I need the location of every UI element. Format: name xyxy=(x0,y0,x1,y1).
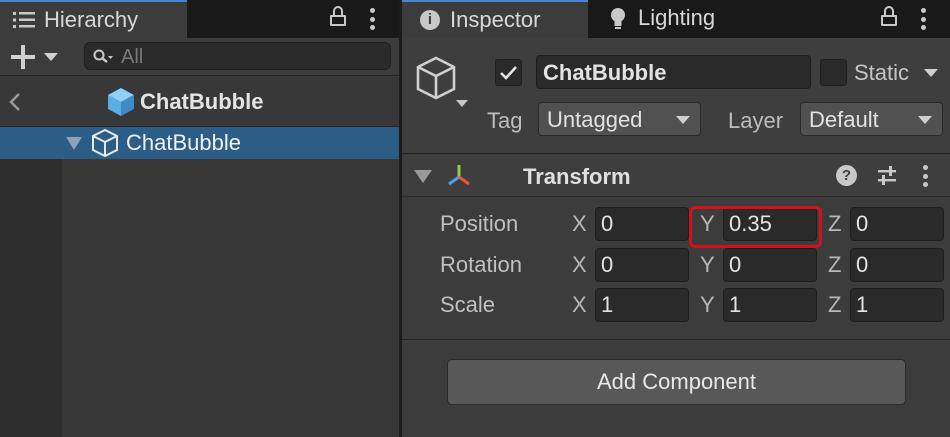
preset-sliders-icon[interactable] xyxy=(876,165,898,187)
layer-value: Default xyxy=(809,107,879,132)
add-component-button[interactable]: Add Component xyxy=(447,359,906,405)
chevron-down-icon xyxy=(676,116,690,124)
axis-y-label[interactable]: Y xyxy=(700,252,715,278)
position-y-highlight xyxy=(689,206,822,248)
transform-body: Position X 0 Y 0.35 Z 0 Rotation X 0 Y 0… xyxy=(402,197,950,340)
inspector-tabbar: i Inspector Lighting xyxy=(402,0,950,38)
layer-dropdown[interactable]: Default xyxy=(800,102,943,136)
scene-header: ChatBubble xyxy=(0,77,399,127)
tree-item-label: ChatBubble xyxy=(126,130,241,155)
rotation-z-field[interactable]: 0 xyxy=(850,248,944,282)
tag-label: Tag xyxy=(487,108,523,133)
checkmark-icon xyxy=(500,66,517,80)
position-x-field[interactable]: 0 xyxy=(595,207,689,241)
lock-icon[interactable] xyxy=(330,6,346,27)
rotation-y-field[interactable]: 0 xyxy=(723,248,817,282)
component-title: Transform xyxy=(523,164,631,189)
scale-x-field[interactable]: 1 xyxy=(595,288,689,322)
layer-label: Layer xyxy=(728,108,784,133)
axis-z-label[interactable]: Z xyxy=(828,252,841,278)
search-icon xyxy=(93,49,113,63)
tag-dropdown[interactable]: Untagged xyxy=(538,102,701,136)
axis-x-label[interactable]: X xyxy=(572,292,587,318)
axis-z-label[interactable]: Z xyxy=(828,292,841,318)
scale-label[interactable]: Scale xyxy=(440,292,495,318)
search-input[interactable]: All xyxy=(84,42,391,70)
position-label[interactable]: Position xyxy=(440,211,518,237)
axis-y-label[interactable]: Y xyxy=(700,292,715,318)
inspector-panel: i Inspector Lighting ChatBubble Static T… xyxy=(402,0,950,437)
rotation-x-field[interactable]: 0 xyxy=(595,248,689,282)
axis-x-label[interactable]: X xyxy=(572,252,587,278)
tree-item-chatbubble[interactable]: ChatBubble xyxy=(0,127,399,159)
collapse-arrow-icon[interactable] xyxy=(414,170,432,184)
object-name-field[interactable]: ChatBubble xyxy=(536,55,811,89)
gameobject-cube-icon xyxy=(92,128,118,158)
tab-inspector[interactable]: i Inspector xyxy=(402,0,588,38)
menu-kebab-icon[interactable] xyxy=(369,8,375,30)
transform-header[interactable]: Transform ? xyxy=(402,155,950,197)
back-chevron-icon[interactable] xyxy=(8,92,22,112)
menu-kebab-icon[interactable] xyxy=(922,165,928,187)
create-button[interactable] xyxy=(10,44,62,70)
menu-kebab-icon[interactable] xyxy=(920,8,926,30)
info-icon: i xyxy=(420,10,440,30)
active-checkbox[interactable] xyxy=(495,59,522,86)
scale-z-field[interactable]: 1 xyxy=(850,288,944,322)
tab-hierarchy-label: Hierarchy xyxy=(44,7,139,32)
hierarchy-toolbar: All xyxy=(0,38,399,76)
search-placeholder: All xyxy=(121,46,144,68)
scale-y-field[interactable]: 1 xyxy=(723,288,817,322)
tag-value: Untagged xyxy=(547,107,643,132)
scene-title: ChatBubble xyxy=(140,89,264,114)
tab-lighting-label: Lighting xyxy=(638,5,716,30)
hierarchy-panel: Hierarchy All ChatBubble ChatBubble xyxy=(0,0,399,437)
axis-x-label[interactable]: X xyxy=(572,211,587,237)
gameobject-cube-icon[interactable] xyxy=(414,54,474,124)
tab-hierarchy[interactable]: Hierarchy xyxy=(0,0,187,38)
axis-z-label[interactable]: Z xyxy=(828,211,841,237)
expand-arrow-icon[interactable] xyxy=(66,137,82,150)
hierarchy-tree: ChatBubble xyxy=(0,127,399,437)
chevron-down-icon xyxy=(44,53,58,61)
list-icon xyxy=(13,12,35,28)
transform-axis-icon xyxy=(448,165,470,186)
chevron-down-icon xyxy=(918,116,932,124)
cube-icon xyxy=(108,88,134,116)
help-icon[interactable]: ? xyxy=(836,165,857,186)
lock-icon[interactable] xyxy=(881,6,897,27)
gameobject-header: ChatBubble Static Tag Untagged Layer Def… xyxy=(402,38,950,154)
hierarchy-tabbar: Hierarchy xyxy=(0,0,399,38)
plus-icon xyxy=(11,45,35,69)
chevron-down-icon[interactable] xyxy=(924,69,938,79)
static-checkbox[interactable] xyxy=(820,59,847,86)
lightbulb-icon xyxy=(611,8,625,29)
tab-inspector-label: Inspector xyxy=(450,7,541,32)
tree-gutter xyxy=(0,127,62,437)
position-z-field[interactable]: 0 xyxy=(850,207,944,241)
object-name-value: ChatBubble xyxy=(543,60,667,85)
static-label[interactable]: Static xyxy=(854,60,909,86)
rotation-label[interactable]: Rotation xyxy=(440,252,522,278)
